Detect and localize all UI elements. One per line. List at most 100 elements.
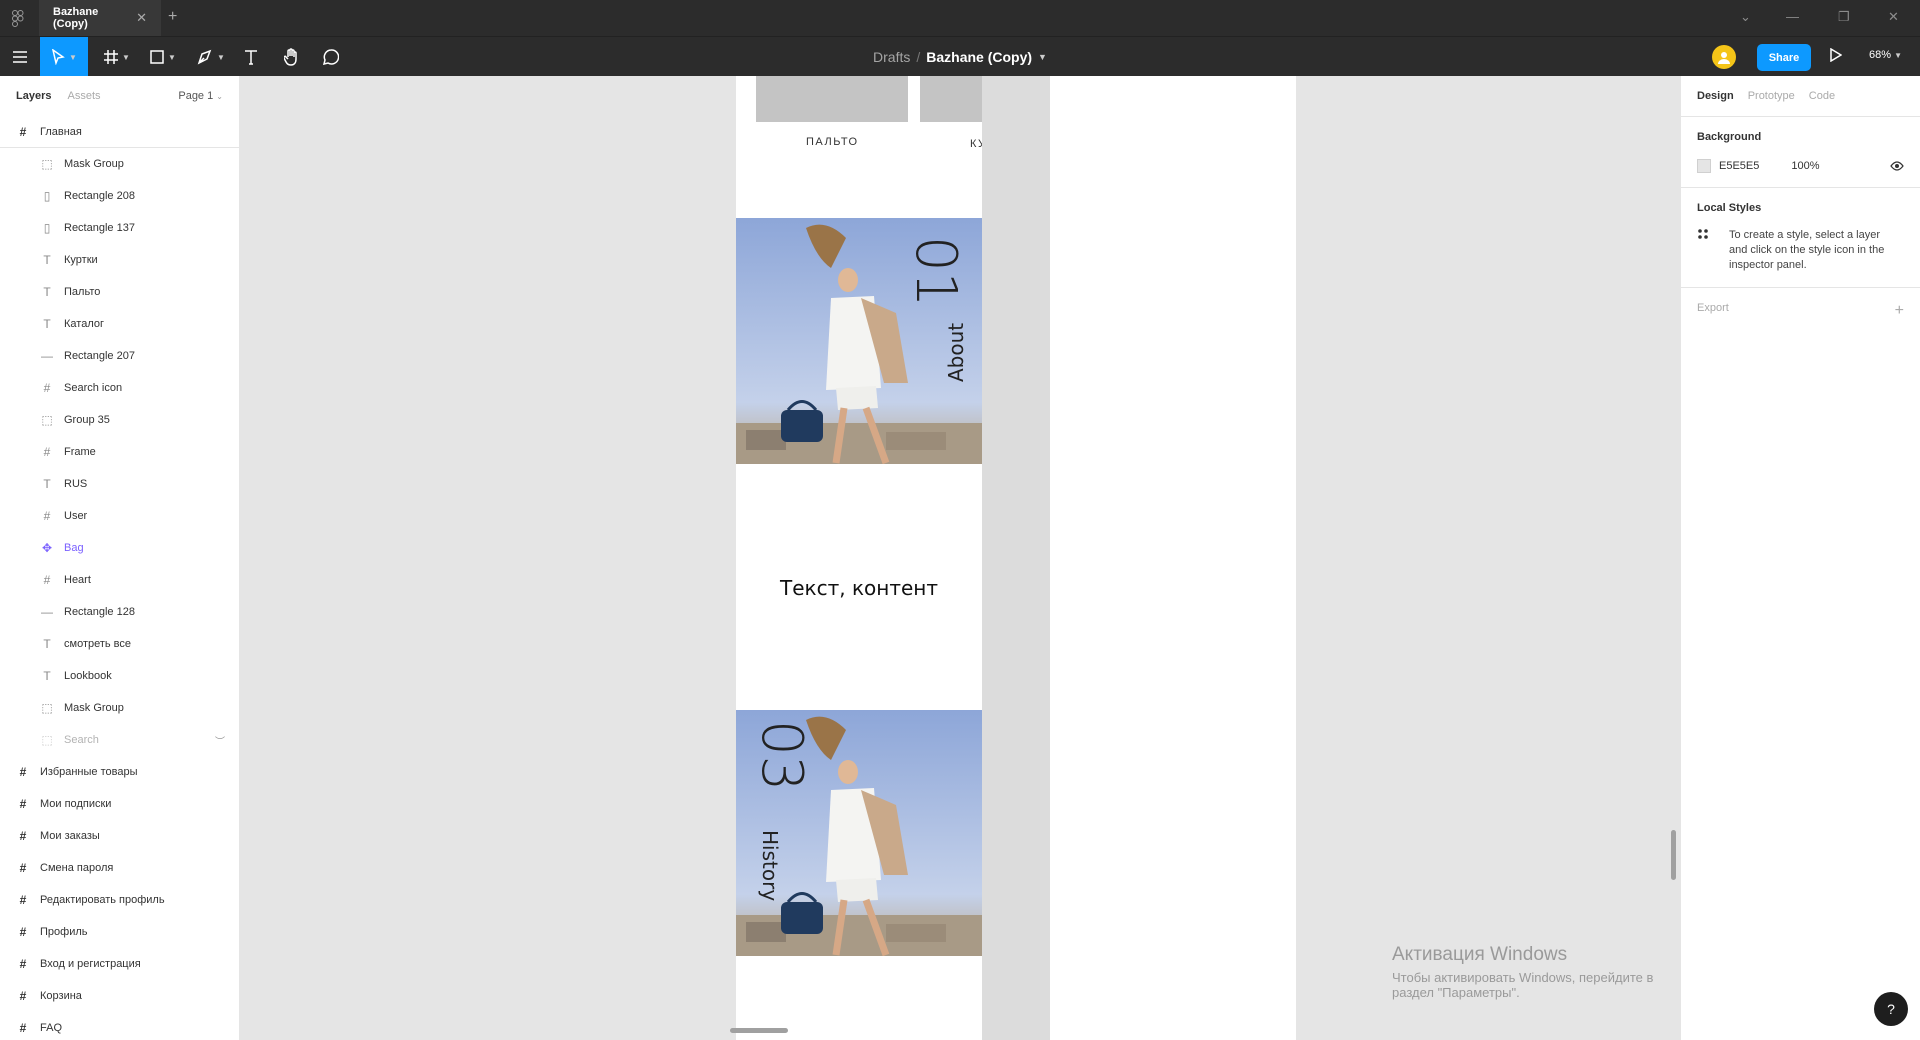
help-button[interactable]: ? <box>1874 992 1908 1026</box>
pen-tool-button[interactable]: ▼ <box>194 37 228 77</box>
frame-icon: # <box>19 925 27 939</box>
layer-frame[interactable]: # Профиль <box>0 916 239 948</box>
design-canvas[interactable]: ПАЛЬТО КУ 01 About Текст, контент <box>240 76 1680 1040</box>
fashion-photo-about[interactable]: 01 About <box>736 218 982 464</box>
layer-item[interactable]: T RUS <box>0 468 239 500</box>
frame-icon: # <box>43 573 51 587</box>
fashion-photo-history[interactable]: 03 History <box>736 710 982 956</box>
hand-tool-button[interactable] <box>280 37 304 77</box>
breadcrumb-drafts[interactable]: Drafts <box>873 49 910 65</box>
comment-tool-button[interactable] <box>320 37 342 77</box>
top-frame-list: # Избранные товары # Мои подписки # Мои заказ… <box>0 756 239 1040</box>
layer-item[interactable]: Tсмотреть все <box>0 628 239 660</box>
frame-icon <box>104 50 119 64</box>
layer-item[interactable]: — Rectangle 207 <box>0 340 239 372</box>
tab-assets[interactable]: Assets <box>67 90 100 102</box>
new-tab-icon[interactable]: + <box>168 8 177 26</box>
layer-search-hidden[interactable]: ⬚ Search ︶ <box>0 724 239 756</box>
move-tool-button[interactable]: ▼ <box>40 37 88 77</box>
tab-design[interactable]: Design <box>1697 90 1734 102</box>
share-button[interactable]: Share <box>1757 44 1811 71</box>
layer-item[interactable]: T Пальто <box>0 276 239 308</box>
layer-item[interactable]: — Rectangle 128 <box>0 596 239 628</box>
vertical-scrollbar[interactable] <box>1671 830 1676 880</box>
layer-label: Heart <box>64 574 91 586</box>
frame-tool-button[interactable]: ▼ <box>100 37 134 77</box>
layer-label: Мои заказы <box>40 830 100 842</box>
move-cursor-icon <box>52 49 65 65</box>
catalog-image-placeholder[interactable] <box>756 76 908 122</box>
tab-layers[interactable]: Layers <box>16 90 51 102</box>
line-icon: — <box>41 605 53 619</box>
chevron-down-icon[interactable]: ▼ <box>1038 52 1047 62</box>
right-panel-tabs: Design Prototype Code <box>1681 76 1920 116</box>
dropdown-window-icon[interactable]: ⌄ <box>1740 9 1751 25</box>
figma-logo-icon[interactable] <box>12 10 24 28</box>
frame-icon: # <box>19 861 27 875</box>
toolbar: Drafts / Bazhane (Copy) ▼ ▼ ▼ ▼ ▼ Share … <box>0 36 1920 77</box>
horizontal-scrollbar[interactable] <box>730 1028 788 1033</box>
comment-icon <box>323 49 339 65</box>
layer-label: Пальто <box>64 286 101 298</box>
rectangle-icon: ▯ <box>43 221 51 235</box>
layer-frame[interactable]: # Избранные товары <box>0 756 239 788</box>
catalog-image-placeholder[interactable] <box>920 76 982 122</box>
layer-frame[interactable]: # Редактировать профиль <box>0 884 239 916</box>
background-hex-input[interactable]: E5E5E5 <box>1719 160 1759 172</box>
visibility-eye-icon[interactable] <box>1890 161 1904 171</box>
shape-tool-button[interactable]: ▼ <box>146 37 180 77</box>
mask-group-icon: ⬚ <box>41 157 53 171</box>
minimize-icon[interactable]: — <box>1786 9 1799 24</box>
layer-frame[interactable]: # Корзина <box>0 980 239 1012</box>
text-icon: T <box>43 477 51 491</box>
layer-item[interactable]: # User <box>0 500 239 532</box>
layer-frame[interactable]: # Мои подписки <box>0 788 239 820</box>
close-window-icon[interactable]: ✕ <box>1888 9 1899 25</box>
present-play-icon[interactable] <box>1830 48 1842 62</box>
layer-frame[interactable]: # Мои заказы <box>0 820 239 852</box>
layers-panel: Layers Assets Page 1 ⌄ # Главная ⬚ Mask G… <box>0 76 240 1040</box>
layer-frame[interactable]: # Смена пароля <box>0 852 239 884</box>
layer-frame[interactable]: # FAQ <box>0 1012 239 1040</box>
frame-icon: # <box>19 124 27 139</box>
close-tab-icon[interactable]: ✕ <box>136 10 147 26</box>
layer-label: Куртки <box>64 254 98 266</box>
layer-item[interactable]: T Каталог <box>0 308 239 340</box>
layer-item[interactable]: ▯ Rectangle 208 <box>0 180 239 212</box>
zoom-selector[interactable]: 68% ▼ <box>1869 49 1902 61</box>
layer-item[interactable]: T Lookbook <box>0 660 239 692</box>
frame-secondary-canvas[interactable] <box>1050 76 1296 1040</box>
user-avatar[interactable] <box>1712 45 1736 69</box>
layer-item[interactable]: ✥ Bag <box>0 532 239 564</box>
hidden-eye-icon[interactable]: ︶ <box>215 733 225 748</box>
main-menu-button[interactable] <box>8 37 32 77</box>
layer-item[interactable]: # Frame <box>0 436 239 468</box>
layer-label: Избранные товары <box>40 766 138 778</box>
chevron-down-icon: ▼ <box>168 52 176 62</box>
background-color-swatch[interactable] <box>1697 159 1711 173</box>
background-opacity-input[interactable]: 100% <box>1791 160 1819 172</box>
restore-icon[interactable]: ❐ <box>1838 9 1850 25</box>
layer-frame[interactable]: # Вход и регистрация <box>0 948 239 980</box>
tab-code[interactable]: Code <box>1809 90 1835 102</box>
layer-item[interactable]: ⬚ Mask Group <box>0 692 239 724</box>
file-tab[interactable]: Bazhane (Copy) ✕ <box>39 0 161 36</box>
tab-prototype[interactable]: Prototype <box>1748 90 1795 102</box>
text-tool-button[interactable] <box>240 37 262 77</box>
layer-item[interactable]: ⬚ Group 35 <box>0 404 239 436</box>
add-export-icon[interactable]: + <box>1895 302 1904 320</box>
mask-group-icon: ⬚ <box>41 701 53 715</box>
layer-frame-main[interactable]: # Главная <box>0 116 239 148</box>
page-selector[interactable]: Page 1 ⌄ <box>178 90 223 102</box>
frame-icon: # <box>19 797 27 811</box>
breadcrumb-file-name[interactable]: Bazhane (Copy) <box>926 49 1032 65</box>
layer-item[interactable]: ▯ Rectangle 137 <box>0 212 239 244</box>
layer-item[interactable]: T Куртки <box>0 244 239 276</box>
layer-label: Мои подписки <box>40 798 112 810</box>
layer-item[interactable]: # Search icon <box>0 372 239 404</box>
layer-item[interactable]: ⬚ Mask Group <box>0 148 239 180</box>
frame-main-canvas[interactable]: ПАЛЬТО КУ 01 About Текст, контент <box>736 76 982 1040</box>
text-icon: T <box>43 253 51 267</box>
layer-item[interactable]: # Heart <box>0 564 239 596</box>
layer-label: смотреть все <box>64 638 132 650</box>
